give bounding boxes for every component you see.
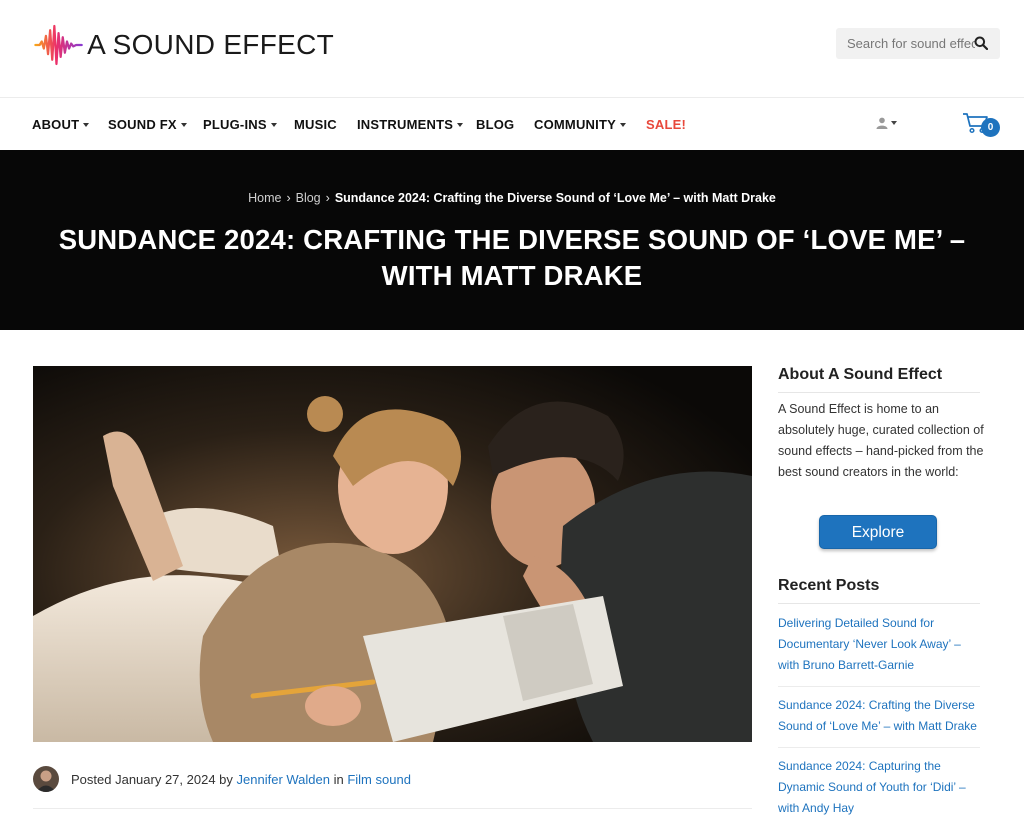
page-title: SUNDANCE 2024: CRAFTING THE DIVERSE SOUN…: [58, 224, 966, 291]
nav-label: BLOG: [476, 117, 515, 132]
caret-down-icon: [619, 122, 626, 127]
about-widget-text: A Sound Effect is home to an absolutely …: [778, 402, 984, 479]
recent-post-link[interactable]: Delivering Detailed Sound for Documentar…: [778, 616, 961, 672]
nav-item-about[interactable]: ABOUT: [32, 117, 90, 132]
page-hero: Home › Blog › Sundance 2024: Crafting the Di…: [0, 150, 1024, 330]
avatar[interactable]: [33, 766, 59, 792]
divider: [778, 603, 980, 604]
list-item: Sundance 2024: Capturing the Dynamic Sou…: [778, 756, 980, 815]
in-text: in: [330, 771, 348, 787]
by-text: by: [215, 771, 237, 787]
featured-image: [33, 366, 752, 742]
nav-item-community[interactable]: COMMUNITY: [534, 117, 626, 132]
site-logo[interactable]: A SOUND EFFECT: [34, 12, 334, 78]
caret-down-icon: [891, 121, 897, 125]
breadcrumb-home[interactable]: Home: [248, 191, 281, 205]
list-item: Sundance 2024: Crafting the Diverse Soun…: [778, 695, 980, 748]
author-link[interactable]: Jennifer Walden: [237, 772, 330, 787]
nav-label: ABOUT: [32, 117, 80, 132]
nav-label: COMMUNITY: [534, 117, 616, 132]
recent-posts-list: Delivering Detailed Sound for Documentar…: [778, 613, 980, 815]
recent-post-link[interactable]: Sundance 2024: Capturing the Dynamic Sou…: [778, 759, 966, 815]
breadcrumb-current: Sundance 2024: Crafting the Diverse Soun…: [334, 191, 776, 205]
nav-item-sale[interactable]: SALE!: [646, 117, 686, 132]
breadcrumb: Home › Blog › Sundance 2024: Crafting the Di…: [0, 191, 1024, 205]
site-header: A SOUND EFFECT: [0, 0, 1024, 97]
user-icon: [876, 117, 888, 129]
nav-item-plug-ins[interactable]: PLUG-INS: [203, 117, 277, 132]
chevron-right-icon: ›: [325, 191, 330, 205]
search-input[interactable]: [847, 36, 975, 51]
nav-item-blog[interactable]: BLOG: [476, 117, 514, 132]
caret-down-icon: [457, 122, 464, 127]
nav-item-sound-fx[interactable]: SOUND FX: [108, 117, 187, 132]
nav-label: SALE!: [646, 117, 686, 132]
chevron-right-icon: ›: [286, 191, 291, 205]
divider: [33, 808, 752, 809]
caret-down-icon: [270, 122, 277, 127]
cart-count-badge: 0: [981, 118, 1000, 137]
nav-label: INSTRUMENTS: [357, 117, 454, 132]
waveform-logo-icon: [34, 24, 83, 66]
logo-text: A SOUND EFFECT: [87, 29, 334, 60]
nav-item-instruments[interactable]: INSTRUMENTS: [357, 117, 464, 132]
posted-prefix: Posted: [71, 771, 116, 787]
divider: [778, 392, 980, 393]
recent-post-link[interactable]: Sundance 2024: Crafting the Diverse Soun…: [778, 698, 977, 733]
nav-label: MUSIC: [294, 117, 337, 132]
explore-button[interactable]: Explore: [819, 515, 937, 549]
search-icon[interactable]: [974, 36, 988, 50]
list-item: Delivering Detailed Sound for Documentar…: [778, 613, 980, 687]
post-date: January 27, 2024: [115, 771, 216, 787]
caret-down-icon: [180, 122, 187, 127]
search-box[interactable]: [836, 28, 1000, 59]
caret-down-icon: [83, 122, 90, 127]
about-widget-title: About A Sound Effect: [778, 366, 943, 383]
main-nav: ABOUT SOUND FX PLUG-INS MUSIC INSTRUMENT…: [0, 97, 1024, 150]
category-link[interactable]: Film sound: [347, 772, 411, 787]
breadcrumb-blog[interactable]: Blog: [296, 191, 321, 205]
nav-label: SOUND FX: [108, 117, 177, 132]
post-meta: Posted January 27, 2024 by Jennifer Wald…: [33, 765, 752, 793]
recent-posts-title: Recent Posts: [778, 577, 880, 594]
nav-item-music[interactable]: MUSIC: [294, 117, 337, 132]
user-menu[interactable]: [876, 116, 898, 130]
nav-label: PLUG-INS: [203, 117, 267, 132]
